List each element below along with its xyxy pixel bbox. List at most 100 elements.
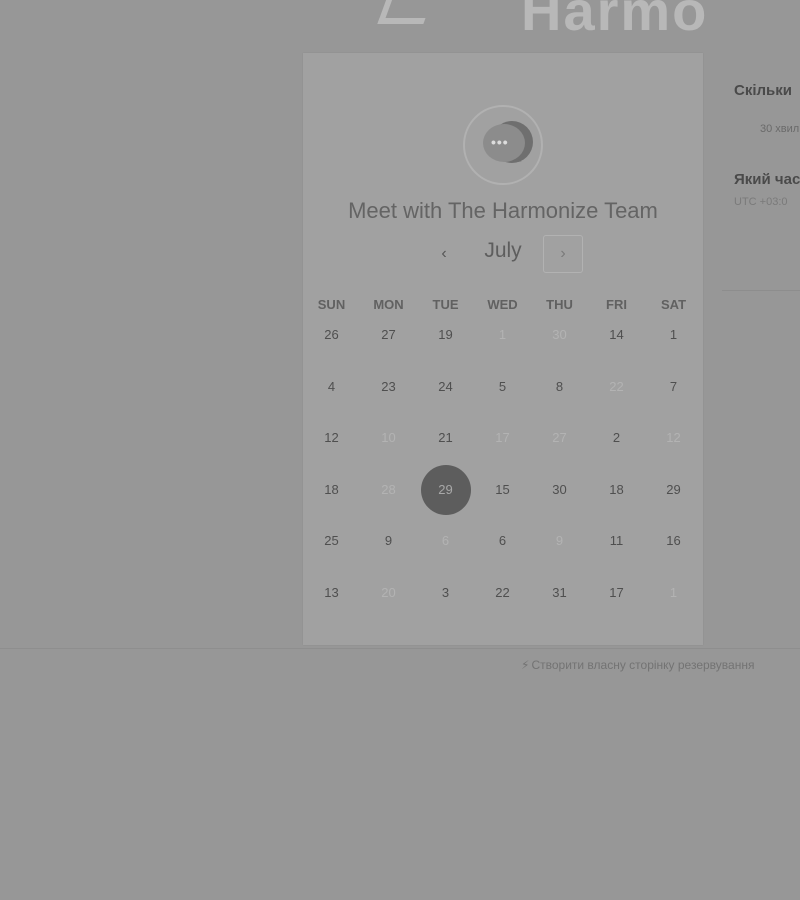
avatar: ••• bbox=[463, 105, 543, 185]
ellipsis-icon: ••• bbox=[491, 134, 509, 150]
calendar-day-number: 19 bbox=[438, 327, 453, 342]
calendar-day[interactable]: 18 bbox=[303, 472, 360, 524]
calendar-day[interactable]: 7 bbox=[645, 369, 702, 421]
calendar-day[interactable]: 14 bbox=[588, 317, 645, 369]
calendar-day[interactable]: 3 bbox=[417, 575, 474, 627]
calendar-day[interactable]: 30 bbox=[531, 472, 588, 524]
calendar-day[interactable]: 4 bbox=[303, 369, 360, 421]
booking-options-panel: Скільки 30 хвил Який час UTC +03:0 bbox=[734, 82, 800, 208]
calendar-day-number: 5 bbox=[498, 378, 507, 394]
calendar-day[interactable]: 16 bbox=[645, 523, 702, 575]
calendar-day-number: 15 bbox=[495, 481, 510, 497]
calendar-weeks: 26 27 19 1 30 14 1 4 23 24 5 8 22 7 12 10 21 17 27 2 12 18 28 2… bbox=[303, 317, 703, 626]
divider bbox=[722, 290, 800, 291]
calendar-day[interactable]: 19 bbox=[417, 317, 474, 369]
calendar-day-number: 11 bbox=[609, 533, 624, 548]
calendar-week-row: 13 20 3 22 31 17 1 bbox=[303, 575, 703, 627]
weekday-label: TUE bbox=[432, 297, 459, 312]
calendar-day[interactable]: 11 bbox=[588, 523, 645, 575]
calendar-week-row: 26 27 19 1 30 14 1 bbox=[303, 317, 703, 369]
calendar-day[interactable]: 18 bbox=[588, 472, 645, 524]
weekday-label: SAT bbox=[660, 297, 687, 312]
calendar-day-number: 30 bbox=[552, 481, 567, 497]
create-booking-page-link[interactable]: ⚡ Створити власну сторінку резервування bbox=[521, 658, 800, 672]
calendar-day-number: 29 bbox=[420, 464, 471, 515]
calendar-day-number: 23 bbox=[381, 378, 396, 394]
calendar-day[interactable]: 8 bbox=[531, 369, 588, 421]
meeting-title: Meet with The Harmonize Team bbox=[348, 198, 658, 223]
weekday-label: SUN bbox=[317, 297, 346, 312]
booking-page: Harmo ••• Meet with The Harmonize Team ‹… bbox=[0, 0, 800, 900]
sprocket-icon: ⚡ bbox=[521, 658, 530, 672]
previous-month-button[interactable]: ‹ bbox=[424, 235, 464, 273]
calendar-day-number: 30 bbox=[552, 327, 567, 342]
calendar-day-number: 27 bbox=[552, 430, 567, 445]
calendar-day-number: 1 bbox=[669, 584, 678, 600]
calendar-day-number: 18 bbox=[609, 481, 624, 497]
calendar-day-number: 20 bbox=[381, 584, 396, 600]
calendar-day: 20 bbox=[360, 575, 417, 627]
calendar-day-number: 8 bbox=[555, 378, 564, 394]
calendar-day[interactable]: 1 bbox=[645, 317, 702, 369]
logo-mark-icon bbox=[377, 0, 439, 24]
calendar-day-number: 17 bbox=[609, 584, 624, 600]
calendar-day[interactable]: 21 bbox=[417, 420, 474, 472]
calendar-day-number: 17 bbox=[495, 430, 510, 445]
calendar-grid: SUN MON TUE WED THU FRI SAT 26 27 19 1 30 14 1… bbox=[303, 293, 703, 626]
time-heading: Який час bbox=[734, 171, 800, 188]
calendar-day-number: 22 bbox=[495, 584, 510, 600]
calendar-day-number: 28 bbox=[381, 481, 396, 497]
brand-logo: Harmo bbox=[377, 0, 708, 43]
calendar-day: 30 bbox=[531, 317, 588, 369]
calendar-day-number: 7 bbox=[669, 378, 678, 394]
calendar-day: 12 bbox=[645, 420, 702, 472]
calendar-day: 27 bbox=[531, 420, 588, 472]
calendar-day[interactable]: 26 bbox=[303, 317, 360, 369]
calendar-day-number: 9 bbox=[384, 533, 393, 548]
calendar-day[interactable]: 22 bbox=[474, 575, 531, 627]
divider bbox=[0, 648, 800, 649]
calendar-day[interactable]: 15 bbox=[474, 472, 531, 524]
calendar-day-number: 13 bbox=[324, 584, 339, 600]
calendar-day-number: 12 bbox=[666, 430, 681, 445]
calendar-day: 6 bbox=[417, 523, 474, 575]
calendar-day-number: 4 bbox=[327, 378, 336, 394]
calendar-day-selected[interactable]: 29 bbox=[417, 464, 474, 524]
calendar-day: 22 bbox=[588, 369, 645, 421]
calendar-day[interactable]: 6 bbox=[474, 523, 531, 575]
calendar-day[interactable]: 31 bbox=[531, 575, 588, 627]
calendar-day: 17 bbox=[474, 420, 531, 472]
calendar-week-row: 18 28 29 15 30 18 29 bbox=[303, 464, 703, 524]
calendar-day-number: 6 bbox=[441, 533, 450, 548]
calendar-day[interactable]: 29 bbox=[645, 472, 702, 524]
calendar-day-number: 24 bbox=[438, 378, 453, 394]
calendar-day[interactable]: 17 bbox=[588, 575, 645, 627]
calendar-day[interactable]: 9 bbox=[360, 523, 417, 575]
duration-option[interactable]: 30 хвил bbox=[760, 123, 800, 135]
calendar-day[interactable]: 12 bbox=[303, 420, 360, 472]
calendar-day-number: 14 bbox=[609, 327, 624, 342]
calendar-day[interactable]: 27 bbox=[360, 317, 417, 369]
weekday-label: MON bbox=[373, 297, 404, 312]
month-label: July bbox=[484, 239, 522, 262]
calendar-day-number: 18 bbox=[324, 481, 339, 497]
scheduler-card: ••• Meet with The Harmonize Team ‹ July … bbox=[303, 53, 703, 645]
calendar-day[interactable]: 24 bbox=[417, 369, 474, 421]
timezone-selector[interactable]: UTC +03:0 bbox=[734, 196, 800, 208]
calendar-day-number: 1 bbox=[498, 327, 507, 342]
calendar-day[interactable]: 13 bbox=[303, 575, 360, 627]
calendar-day-number: 22 bbox=[609, 378, 624, 394]
calendar-day[interactable]: 25 bbox=[303, 523, 360, 575]
next-month-button[interactable]: › bbox=[543, 235, 583, 273]
calendar-day[interactable]: 2 bbox=[588, 420, 645, 472]
calendar-day[interactable]: 5 bbox=[474, 369, 531, 421]
calendar-day[interactable]: 23 bbox=[360, 369, 417, 421]
duration-heading: Скільки bbox=[734, 82, 792, 99]
weekday-label: THU bbox=[546, 297, 573, 312]
calendar-week-row: 25 9 6 6 9 11 16 bbox=[303, 523, 703, 575]
calendar-day: 1 bbox=[474, 317, 531, 369]
month-navigation: ‹ July › bbox=[303, 235, 703, 275]
calendar-day-number: 10 bbox=[381, 430, 396, 445]
weekday-header: SUN MON TUE WED THU FRI SAT bbox=[303, 293, 703, 317]
calendar-day-number: 21 bbox=[438, 430, 453, 445]
